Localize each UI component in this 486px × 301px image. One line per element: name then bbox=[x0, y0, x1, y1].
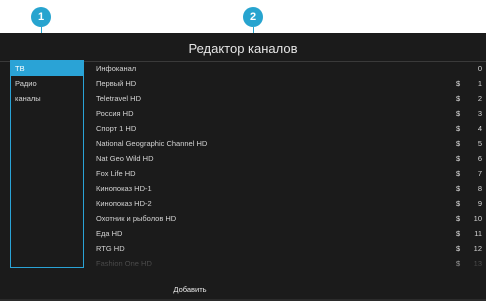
channel-name: Еда HD bbox=[96, 229, 123, 238]
callout-1: 1 bbox=[31, 7, 51, 27]
channel-number: 0 bbox=[477, 64, 482, 73]
channel-name: Nat Geo Wild HD bbox=[96, 154, 154, 163]
channel-name: Кинопоказ HD-2 bbox=[96, 199, 152, 208]
paid-channel-icon: $ bbox=[456, 244, 461, 253]
paid-channel-icon: $ bbox=[456, 169, 461, 178]
channel-number: 4 bbox=[477, 124, 482, 133]
add-button-label: Добавить bbox=[173, 285, 207, 294]
paid-channel-icon: $ bbox=[456, 184, 461, 193]
channel-number: 5 bbox=[477, 139, 482, 148]
sidebar-item-tv[interactable]: ТВ bbox=[11, 61, 83, 76]
paid-channel-icon: $ bbox=[456, 124, 461, 133]
channel-row[interactable]: Кинопоказ HD-2 $9 bbox=[96, 196, 486, 211]
channel-row[interactable]: Кинопоказ HD-1 $8 bbox=[96, 181, 486, 196]
channel-name: Россия HD bbox=[96, 109, 134, 118]
channel-row[interactable]: Fox Life HD $7 bbox=[96, 166, 486, 181]
sidebar-item-channels[interactable]: каналы bbox=[11, 91, 83, 106]
page-title: Редактор каналов bbox=[188, 41, 298, 56]
channel-number: 1 bbox=[477, 79, 482, 88]
channel-editor-screen: Редактор каналов ТВ Радио каналы Инфокан… bbox=[0, 33, 486, 301]
channel-number: 2 bbox=[477, 94, 482, 103]
channel-name: Инфоканал bbox=[96, 64, 137, 73]
callout-2: 2 bbox=[243, 7, 263, 27]
paid-channel-icon: $ bbox=[456, 94, 461, 103]
channel-row[interactable]: National Geographic Channel HD $5 bbox=[96, 136, 486, 151]
channel-name: Первый HD bbox=[96, 79, 137, 88]
channel-row[interactable]: Первый HD $1 bbox=[96, 76, 486, 91]
channel-name: Fox Life HD bbox=[96, 169, 136, 178]
channel-name: Охотник и рыболов HD bbox=[96, 214, 177, 223]
channel-number: 3 bbox=[477, 109, 482, 118]
channel-number: 9 bbox=[477, 199, 482, 208]
channel-row[interactable]: Россия HD $3 bbox=[96, 106, 486, 121]
channel-name: Спорт 1 HD bbox=[96, 124, 137, 133]
channel-row[interactable]: Еда HD $11 bbox=[96, 226, 486, 241]
channel-name: Кинопоказ HD-1 bbox=[96, 184, 152, 193]
channel-row[interactable]: Спорт 1 HD $4 bbox=[96, 121, 486, 136]
channel-row[interactable]: Охотник и рыболов HD $10 bbox=[96, 211, 486, 226]
channel-row[interactable]: Teletravel HD $2 bbox=[96, 91, 486, 106]
paid-channel-icon: $ bbox=[456, 229, 461, 238]
channel-row[interactable]: RTG HD $12 bbox=[96, 241, 486, 256]
paid-channel-icon: $ bbox=[456, 79, 461, 88]
channel-number: 6 bbox=[477, 154, 482, 163]
channel-row[interactable]: Инфоканал 0 bbox=[96, 61, 486, 76]
channel-list: Инфоканал 0 Первый HD $1 Teletravel HD $2 Росс… bbox=[96, 61, 486, 271]
channel-name: RTG HD bbox=[96, 244, 125, 253]
paid-channel-icon: $ bbox=[456, 199, 461, 208]
channel-number: 12 bbox=[473, 244, 482, 253]
channel-row[interactable]: Nat Geo Wild HD $6 bbox=[96, 151, 486, 166]
channel-name: National Geographic Channel HD bbox=[96, 139, 208, 148]
sidebar-item-radio[interactable]: Радио bbox=[11, 76, 83, 91]
channel-name: Teletravel HD bbox=[96, 94, 142, 103]
paid-channel-icon: $ bbox=[456, 214, 461, 223]
channel-number: 7 bbox=[477, 169, 482, 178]
paid-channel-icon: $ bbox=[456, 109, 461, 118]
paid-channel-icon: $ bbox=[456, 139, 461, 148]
list-fade bbox=[86, 255, 486, 275]
channel-number: 8 bbox=[477, 184, 482, 193]
channel-number: 10 bbox=[473, 214, 482, 223]
category-list: ТВ Радио каналы bbox=[10, 60, 84, 268]
paid-channel-icon: $ bbox=[456, 154, 461, 163]
channel-number: 11 bbox=[474, 229, 482, 238]
